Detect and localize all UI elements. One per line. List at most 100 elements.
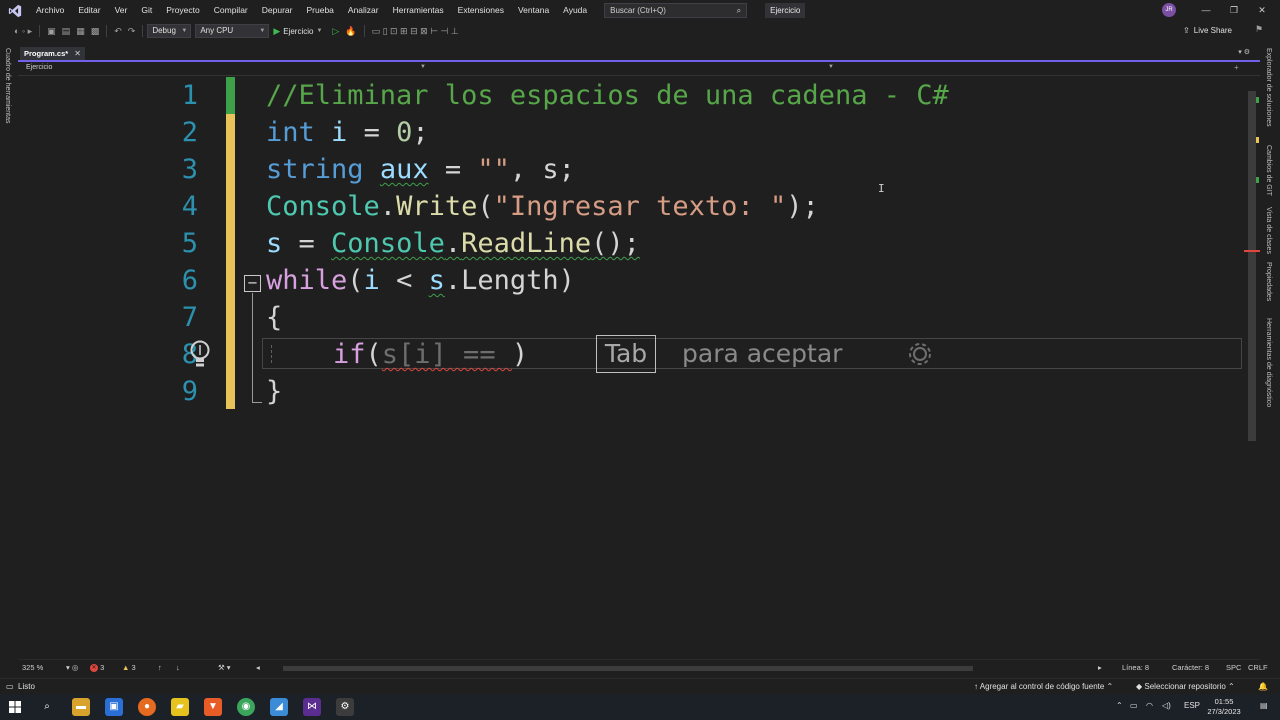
source-control-label: Agregar al control de código fuente [979, 682, 1105, 691]
menu-git[interactable]: Git [134, 0, 159, 21]
back-forward-icon[interactable]: ◐ ◦ ▸ [14, 26, 32, 37]
line-number: 3 [181, 154, 198, 185]
change-marker [1256, 97, 1259, 103]
status-ready: Listo [18, 682, 35, 691]
punctuation: (); [591, 228, 640, 259]
nav-down-icon[interactable]: ↓ [176, 663, 180, 672]
menu-analizar[interactable]: Analizar [341, 0, 386, 21]
run-label: Ejercicio [283, 26, 314, 36]
network-icon[interactable]: ▭ [1130, 701, 1138, 710]
sticky-notes-icon[interactable]: ▰ [171, 698, 189, 716]
string-literal: "" [477, 154, 510, 185]
feedback-icon[interactable]: ⚑ [1255, 24, 1263, 35]
store-icon[interactable]: ▣ [105, 698, 123, 716]
clock[interactable]: 01:55 27/3/2023 [1202, 697, 1246, 717]
firefox-icon[interactable]: ● [138, 698, 156, 716]
language-indicator[interactable]: ESP [1184, 701, 1200, 710]
tab-title: Program.cs* [24, 49, 69, 58]
tray-chevron-icon[interactable]: ⌃ [1116, 701, 1123, 710]
platform-dropdown[interactable]: Any CPU ▼ [195, 24, 270, 38]
avatar[interactable]: JR [1162, 3, 1176, 17]
repo-icon: ◆ [1136, 682, 1143, 691]
keyword: while [266, 265, 348, 296]
app-icon[interactable]: ⚙ [336, 698, 354, 716]
whitespace-mode[interactable]: SPC [1226, 663, 1241, 672]
zoom-level[interactable]: 325 % [22, 663, 43, 672]
live-share-button[interactable]: ⇪ Live Share [1183, 26, 1232, 35]
scroll-thumb[interactable] [1248, 91, 1256, 441]
menu-prueba[interactable]: Prueba [299, 0, 340, 21]
nav-up-icon[interactable]: ↑ [158, 663, 162, 672]
clock-time: 01:55 [1214, 697, 1234, 706]
tab-overflow-icon[interactable]: ▾ ⚙ [1238, 48, 1250, 56]
code-editor[interactable]: − 1 //Eliminar los espacios de una caden… [18, 77, 1244, 658]
visual-studio-logo-icon [8, 4, 22, 17]
scroll-right-icon[interactable]: ▸ [1098, 663, 1102, 672]
operator: = [428, 154, 478, 185]
brave-icon[interactable]: ▼ [204, 698, 222, 716]
warning-count[interactable]: ▲ 3 [122, 663, 136, 672]
chevron-down-icon[interactable]: ▼ [420, 64, 426, 70]
scroll-left-icon[interactable]: ◂ [256, 663, 260, 672]
wifi-icon[interactable]: ◠ [1146, 701, 1153, 710]
horizontal-scrollbar[interactable] [283, 666, 973, 671]
save-icon[interactable]: ▦ [76, 26, 85, 37]
menu-herramientas[interactable]: Herramientas [386, 0, 451, 21]
menu-proyecto[interactable]: Proyecto [159, 0, 207, 21]
notification-center-icon[interactable]: ▤ [1260, 701, 1268, 710]
close-window-button[interactable]: ✕ [1246, 0, 1278, 21]
select-repo[interactable]: ◆ Seleccionar repositorio ⌃ [1136, 682, 1235, 691]
open-folder-icon[interactable]: ▤ [62, 26, 71, 37]
error-count[interactable]: ✕ 3 [90, 663, 104, 673]
toolbox-panel-tab[interactable]: Cuadro de herramientas [4, 48, 11, 124]
search-input[interactable]: Buscar (Ctrl+Q) ⌕ [604, 3, 748, 18]
menu-ver[interactable]: Ver [108, 0, 135, 21]
menu-depurar[interactable]: Depurar [255, 0, 300, 21]
app-icon[interactable]: ◢ [270, 698, 288, 716]
vertical-scrollbar[interactable] [1244, 77, 1260, 658]
source-control-add[interactable]: ↑ Agregar al control de código fuente ⌃ [974, 682, 1113, 691]
property-access: .Length [444, 265, 559, 296]
toolbar-tools-icon[interactable]: ▭ ▯ ⊡ ⊞ ⊟ ⊠ ⊢ ⊣ ⊥ [372, 26, 459, 37]
identifier: aux [379, 154, 429, 185]
add-icon[interactable]: + [1234, 63, 1239, 72]
notifications-icon[interactable]: 🔔 [1258, 682, 1268, 691]
solution-explorer-tab[interactable]: Explorador de soluciones [1265, 48, 1272, 127]
volume-icon[interactable]: ◁) [1162, 701, 1171, 710]
menu-editar[interactable]: Editar [71, 0, 107, 21]
config-dropdown[interactable]: Debug ▼ [147, 24, 192, 38]
menu-extensiones[interactable]: Extensiones [451, 0, 511, 21]
search-icon[interactable]: ⌕ [38, 698, 56, 716]
close-icon[interactable]: ✕ [74, 47, 81, 60]
redo-icon[interactable]: ↷ [128, 26, 136, 37]
lightbulb-icon[interactable] [186, 339, 214, 369]
menu-ayuda[interactable]: Ayuda [556, 0, 594, 21]
start-without-debug-icon[interactable]: ▷ [332, 26, 339, 37]
project-dropdown[interactable]: Ejercicio [26, 64, 52, 71]
class-view-tab[interactable]: Vista de clases [1265, 207, 1272, 254]
chrome-icon[interactable]: ◉ [237, 698, 255, 716]
solution-name[interactable]: Ejercicio [765, 3, 806, 18]
zoom-icon[interactable]: ▾ ◎ [66, 663, 78, 672]
properties-tab[interactable]: Propiedades [1265, 262, 1272, 301]
git-changes-tab[interactable]: Cambios de GIT [1265, 145, 1272, 196]
tab-program-cs[interactable]: Program.cs* ✕ [20, 47, 85, 60]
chevron-down-icon: ▼ [316, 28, 323, 34]
editor-status-bar: 325 % ▾ ◎ ✕ 3 ▲ 3 ↑ ↓ ⚒ ▾ ◂ ▸ Línea: 8 C… [18, 659, 1268, 676]
file-explorer-icon[interactable]: ▬ [72, 698, 90, 716]
run-button[interactable]: ▶ Ejercicio ▼ [273, 26, 325, 37]
menu-archivo[interactable]: Archivo [29, 0, 71, 21]
hot-reload-icon[interactable]: 🔥 [345, 26, 356, 37]
save-all-icon[interactable]: ▩ [91, 26, 100, 37]
diagnostic-tools-tab[interactable]: Herramientas de diagnóstico [1265, 318, 1272, 407]
menu-compilar[interactable]: Compilar [207, 0, 255, 21]
visual-studio-icon[interactable]: ⋈ [303, 698, 321, 716]
gear-icon[interactable] [904, 339, 936, 369]
menu-ventana[interactable]: Ventana [511, 0, 556, 21]
line-ending[interactable]: CRLF [1248, 663, 1268, 672]
new-project-icon[interactable]: ▣ [47, 26, 56, 37]
windows-start-icon[interactable] [6, 698, 24, 716]
undo-icon[interactable]: ↶ [114, 26, 122, 37]
code-cleanup-icon[interactable]: ⚒ ▾ [218, 663, 231, 672]
chevron-down-icon[interactable]: ▼ [828, 64, 834, 70]
